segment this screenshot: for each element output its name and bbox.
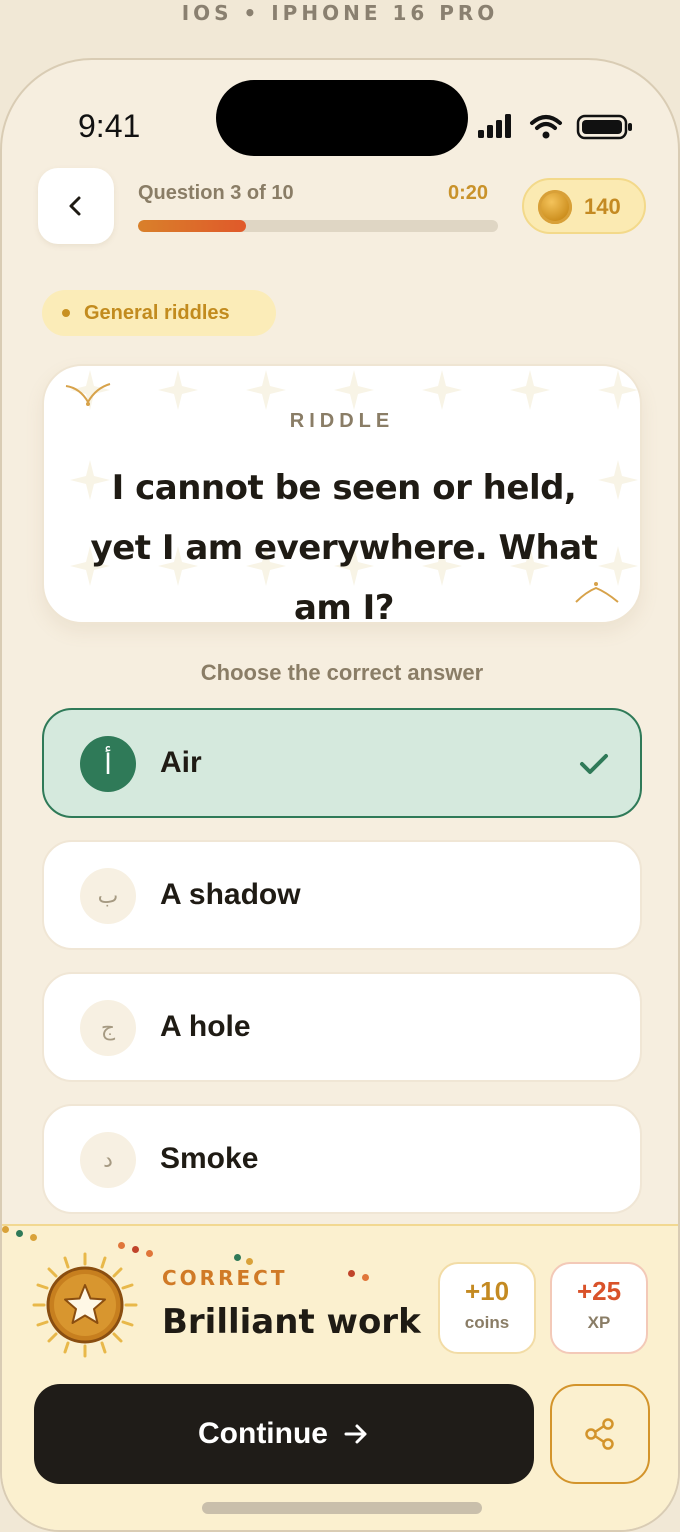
confetti-dot: [246, 1258, 253, 1265]
device-caption: IOS • IPHONE 16 PRO: [181, 1, 499, 25]
progress-bar-fill: [138, 220, 246, 232]
confetti-dot: [2, 1226, 9, 1233]
phone-screen: 9:41 Question 3 of 10 0:20 140 General r…: [0, 58, 680, 1532]
choose-answer-label: Choose the correct answer: [200, 660, 484, 685]
option-letter-badge: د: [80, 1132, 136, 1188]
answer-option-air[interactable]: أ Air: [42, 708, 642, 818]
riddle-question: I cannot be seen or held, yet I am every…: [90, 468, 598, 624]
status-time: 9:41: [78, 108, 141, 144]
arrow-right-icon: [344, 1424, 367, 1444]
option-label: Smoke: [160, 1142, 259, 1175]
coins-reward-unit: coins: [464, 1313, 510, 1332]
back-button[interactable]: [38, 168, 114, 244]
coins-reward-value: +10: [464, 1276, 510, 1306]
riddle-kicker: RIDDLE: [289, 410, 395, 432]
star-medal-icon: [32, 1252, 138, 1358]
confetti-dot: [362, 1274, 369, 1281]
option-label: A hole: [160, 1010, 251, 1043]
coin-icon: [538, 190, 572, 224]
confetti-dot: [30, 1234, 37, 1241]
coin-balance[interactable]: 140: [522, 178, 646, 234]
answer-option-hole[interactable]: ج A hole: [42, 972, 642, 1082]
answer-option-shadow[interactable]: ب A shadow: [42, 840, 642, 950]
category-chip: General riddles: [42, 290, 276, 336]
home-indicator[interactable]: [202, 1502, 482, 1514]
riddle-card: RIDDLE I cannot be seen or held, yet I a…: [42, 364, 642, 624]
coin-count: 140: [584, 194, 621, 219]
confetti-dot: [348, 1270, 355, 1277]
option-label: Air: [160, 746, 202, 779]
wifi-icon: [530, 115, 562, 139]
xp-reward-unit: XP: [587, 1313, 611, 1332]
category-dot: [62, 309, 70, 317]
xp-reward-value: +25: [576, 1276, 622, 1306]
result-kicker: CORRECT: [162, 1266, 288, 1290]
share-icon: [585, 1418, 614, 1450]
category-label: General riddles: [84, 301, 230, 324]
option-letter-badge: ج: [80, 1000, 136, 1056]
signal-icon: [478, 114, 511, 138]
xp-reward: +25 XP: [550, 1262, 648, 1354]
check-icon: [580, 754, 608, 774]
dynamic-island: [216, 80, 468, 156]
progress-bar: [138, 220, 498, 232]
confetti-dot: [234, 1254, 241, 1261]
continue-label: Continue: [198, 1417, 328, 1450]
confetti-dot: [16, 1230, 23, 1237]
result-title: Brilliant work: [162, 1302, 421, 1342]
option-letter-badge: ب: [80, 868, 136, 924]
battery-icon: [576, 114, 632, 140]
confetti-dot: [146, 1250, 153, 1257]
chevron-left-icon: [69, 196, 81, 216]
result-panel: CORRECT Brilliant work +10 coins +25 XP …: [2, 1224, 678, 1530]
option-label: A shadow: [160, 878, 301, 911]
timer: 0:20: [448, 182, 489, 204]
share-button[interactable]: [550, 1384, 650, 1484]
confetti-dot: [118, 1242, 125, 1249]
coins-reward: +10 coins: [438, 1262, 536, 1354]
answer-option-smoke[interactable]: د Smoke: [42, 1104, 642, 1214]
question-progress-label: Question 3 of 10: [138, 182, 294, 204]
continue-button[interactable]: Continue: [34, 1384, 534, 1484]
option-letter-badge: أ: [80, 736, 136, 792]
